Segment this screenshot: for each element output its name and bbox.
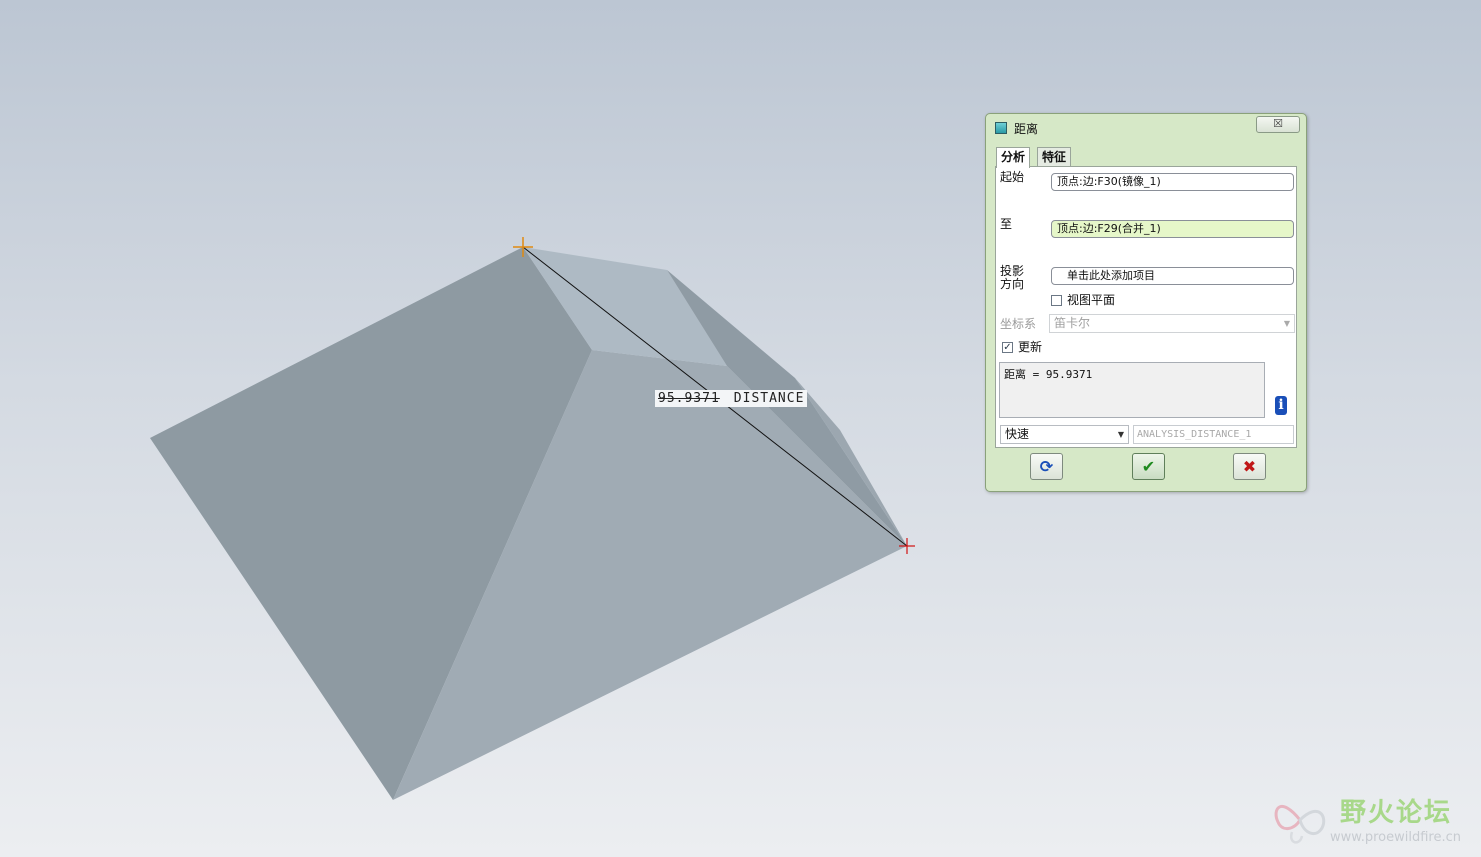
checkmark-icon: ✓ [1003,342,1012,353]
watermark-url: www.proewildfire.cn [1330,830,1461,845]
csys-select-value: 笛卡尔 [1054,316,1091,330]
projection-label-line2: 方向 [1000,277,1025,291]
view-plane-checkbox[interactable] [1051,295,1062,306]
to-label: 至 [1000,217,1013,231]
check-icon: ✔ [1141,457,1156,476]
ok-button[interactable]: ✔ [1132,453,1165,480]
dialog-title: 距离 [1014,122,1039,136]
csys-label: 坐标系 [1000,317,1037,331]
to-reference-field[interactable]: 顶点:边:F29(合并_1) [1051,220,1294,238]
result-text-area[interactable]: 距离 = 95.9371 [999,362,1265,418]
chevron-down-icon: ▼ [1283,319,1290,328]
tab-analysis[interactable]: 分析 [996,147,1031,168]
from-reference-field[interactable]: 顶点:边:F30(镜像_1) [1051,173,1294,191]
info-icon: i [1278,397,1284,413]
close-x-icon: ✖ [1242,457,1257,476]
dimension-value: 95.9371 [658,391,720,406]
analysis-panel: 起始 顶点:边:F30(镜像_1) 至 顶点:边:F29(合并_1) 投影 方向… [995,166,1297,448]
dimension-name: DISTANCE [733,391,805,406]
forum-watermark: 野火论坛 www.proewildfire.cn [1270,790,1475,850]
cancel-button[interactable]: ✖ [1233,453,1266,480]
distance-dimension-label: 95.9371 DISTANCE [655,390,808,407]
refresh-icon: ⟳ [1039,457,1054,476]
projection-direction-field[interactable]: 单击此处添加项目 [1051,267,1294,285]
dialog-close-button[interactable]: ☒ [1256,116,1300,133]
tab-feature[interactable]: 特征 [1037,147,1072,167]
distance-dialog: 距离 ☒ 分析 特征 起始 顶点:边:F30(镜像_1) 至 顶点:边:F29(… [985,113,1307,492]
update-checkbox[interactable]: ✓ [1002,342,1013,353]
csys-select[interactable]: 笛卡尔 ▼ [1049,314,1295,333]
view-plane-label: 视图平面 [1067,293,1116,307]
update-label: 更新 [1018,340,1043,354]
from-label: 起始 [1000,170,1025,184]
projection-label: 投影 方向 [1000,265,1024,291]
dialog-titlebar[interactable]: 距离 ☒ [986,114,1306,142]
feature-name-field[interactable]: ANALYSIS_DISTANCE_1 [1133,425,1294,444]
repeat-analysis-button[interactable]: ⟳ [1030,453,1063,480]
info-button[interactable]: i [1275,396,1287,415]
watermark-title: 野火论坛 [1340,798,1453,828]
chevron-down-icon: ▼ [1117,430,1124,439]
butterfly-logo-icon [1274,805,1326,844]
close-icon: ☒ [1273,117,1283,130]
dialog-app-icon [995,122,1007,134]
mode-select-value: 快速 [1005,427,1030,441]
mode-select[interactable]: 快速 ▼ [1000,425,1129,444]
